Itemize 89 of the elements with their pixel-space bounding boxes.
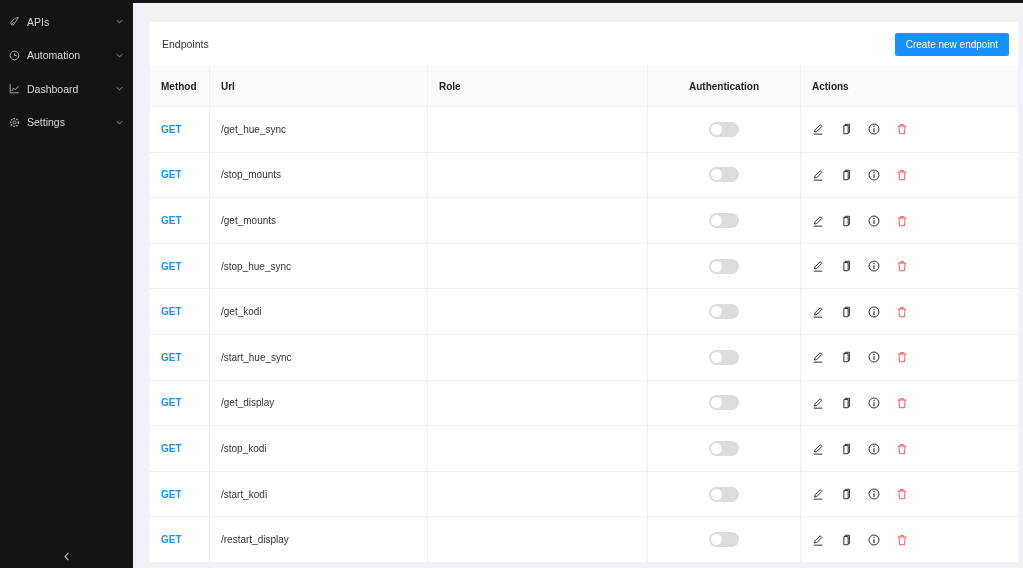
method-cell: GET (161, 215, 182, 227)
rocket-icon (9, 16, 20, 28)
info-icon[interactable] (868, 123, 880, 136)
delete-icon[interactable] (896, 488, 908, 501)
copy-icon[interactable] (840, 533, 852, 546)
copy-icon[interactable] (840, 396, 852, 409)
authentication-switch[interactable] (709, 349, 739, 365)
edit-icon[interactable] (812, 351, 824, 364)
info-icon[interactable] (868, 351, 880, 364)
method-cell: GET (161, 123, 182, 135)
info-icon[interactable] (868, 533, 880, 546)
column-header: Authentication (647, 66, 801, 107)
column-header: Role (427, 66, 648, 107)
copy-icon[interactable] (840, 305, 852, 318)
copy-icon[interactable] (840, 442, 852, 455)
edit-icon[interactable] (812, 168, 824, 181)
url-cell: /stop_hue_sync (221, 260, 292, 272)
gear-icon (9, 116, 20, 128)
copy-icon[interactable] (840, 214, 852, 227)
info-icon[interactable] (868, 260, 880, 273)
url-cell: /get_hue_sync (221, 123, 287, 135)
method-cell: GET (161, 397, 182, 409)
authentication-switch[interactable] (709, 258, 739, 274)
collapse-icon[interactable] (63, 552, 70, 561)
method-cell: GET (161, 169, 182, 181)
url-cell: /restart_display (221, 534, 289, 546)
info-icon[interactable] (868, 488, 880, 501)
method-cell: GET (161, 351, 182, 363)
copy-icon[interactable] (840, 488, 852, 501)
method-cell: GET (161, 443, 182, 454)
clock-icon (9, 49, 20, 61)
copy-icon[interactable] (840, 351, 852, 364)
edit-icon[interactable] (812, 533, 824, 546)
info-icon[interactable] (868, 442, 880, 455)
delete-icon[interactable] (896, 442, 908, 455)
url-cell: /get_kodi (221, 306, 262, 318)
menu-item[interactable]: Dashboard (0, 72, 133, 106)
edit-icon[interactable] (812, 260, 824, 273)
method-cell: GET (161, 306, 182, 318)
chevron-down-icon (116, 86, 123, 92)
method-cell: GET (161, 534, 182, 546)
column-header: Url (209, 66, 428, 107)
info-icon[interactable] (868, 396, 880, 409)
menu-item[interactable]: Automation (0, 38, 133, 72)
delete-icon[interactable] (896, 260, 908, 273)
info-icon[interactable] (868, 305, 880, 318)
chevron-down-icon (116, 52, 123, 58)
authentication-switch[interactable] (709, 167, 739, 183)
edit-icon[interactable] (812, 396, 824, 409)
url-cell: /get_mounts (221, 215, 277, 227)
url-cell: /start_hue_sync (221, 351, 292, 363)
method-cell: GET (161, 260, 182, 272)
delete-icon[interactable] (896, 351, 908, 364)
authentication-switch[interactable] (709, 395, 739, 411)
delete-icon[interactable] (896, 396, 908, 409)
authentication-switch[interactable] (709, 441, 739, 456)
info-icon[interactable] (868, 214, 880, 227)
info-icon[interactable] (868, 168, 880, 181)
copy-icon[interactable] (840, 260, 852, 273)
column-header: Method (150, 66, 210, 107)
authentication-switch[interactable] (709, 213, 739, 229)
delete-icon[interactable] (896, 533, 908, 546)
authentication-switch[interactable] (709, 486, 739, 502)
edit-icon[interactable] (812, 214, 824, 227)
url-cell: /get_display (221, 397, 275, 409)
delete-icon[interactable] (896, 214, 908, 227)
edit-icon[interactable] (812, 488, 824, 501)
chevron-down-icon (116, 19, 123, 25)
column-header: Actions (800, 66, 1018, 107)
edit-icon[interactable] (812, 123, 824, 136)
delete-icon[interactable] (896, 305, 908, 318)
menu-item[interactable]: Settings (0, 105, 133, 139)
authentication-switch[interactable] (709, 121, 739, 137)
url-cell: /start_kodi (221, 488, 268, 500)
method-cell: GET (161, 488, 182, 500)
authentication-switch[interactable] (709, 304, 739, 320)
copy-icon[interactable] (840, 123, 852, 136)
chevron-down-icon (116, 119, 123, 125)
url-cell: /stop_mounts (221, 169, 282, 181)
edit-icon[interactable] (812, 442, 824, 455)
card-title: Endpoints (162, 38, 209, 51)
copy-icon[interactable] (840, 168, 852, 181)
line-chart-icon (9, 83, 20, 95)
edit-icon[interactable] (812, 305, 824, 318)
menu-item[interactable]: APIs (0, 5, 133, 39)
authentication-switch[interactable] (709, 532, 739, 548)
url-cell: /stop_kodi (221, 443, 267, 454)
delete-icon[interactable] (896, 123, 908, 136)
delete-icon[interactable] (896, 168, 908, 181)
